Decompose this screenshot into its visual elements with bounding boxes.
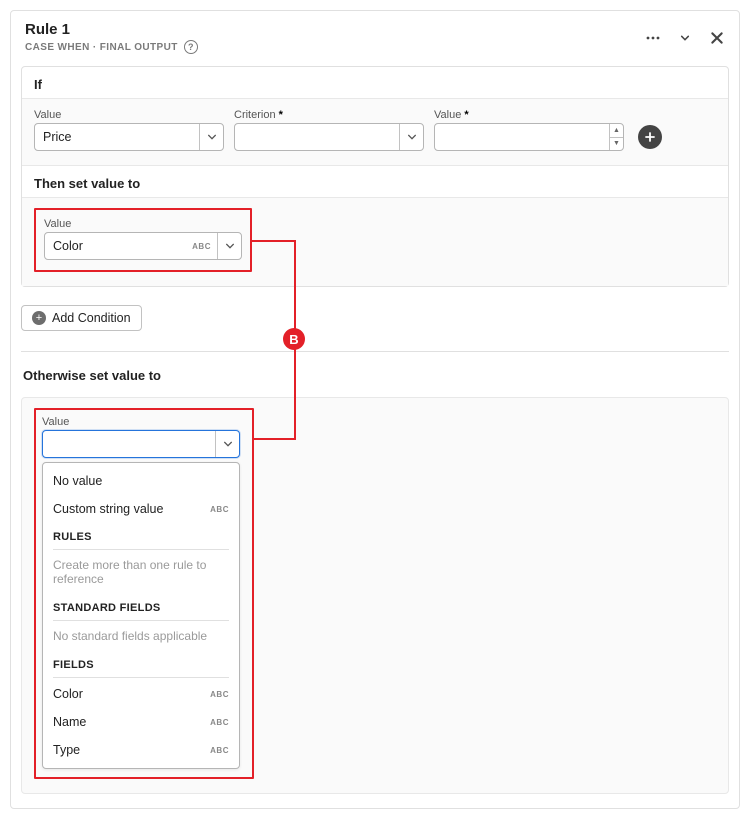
if-criterion-text	[235, 124, 399, 150]
dropdown-section-fields: FIELDS	[43, 651, 239, 675]
rule-panel: Rule 1 CASE WHEN · FINAL OUTPUT ? If	[10, 10, 740, 809]
if-value2-text	[435, 124, 609, 150]
collapse-icon[interactable]	[677, 30, 693, 46]
abc-label: ABC	[210, 718, 229, 727]
chevron-down-icon	[215, 431, 239, 457]
if-value-text: Price	[35, 124, 199, 150]
panel-header: Rule 1 CASE WHEN · FINAL OUTPUT ?	[11, 11, 739, 60]
dropdown-item-field[interactable]: Color ABC	[43, 680, 239, 708]
chevron-down-icon	[217, 233, 241, 259]
then-body: Value Color ABC	[22, 197, 728, 286]
add-condition-row: + Add Condition	[21, 297, 729, 335]
panel-title: Rule 1	[25, 21, 198, 38]
callout-badge: B	[283, 328, 305, 350]
then-value-text: Color	[45, 233, 192, 259]
otherwise-value-select[interactable]	[42, 430, 240, 458]
header-actions	[645, 30, 725, 46]
then-value-label: Value	[44, 218, 242, 230]
value-dropdown: No value Custom string value ABC RULES C…	[42, 462, 240, 769]
if-body: Value Price Criterion	[22, 98, 728, 166]
if-value-label: Value	[34, 109, 224, 121]
add-condition-label: Add Condition	[52, 311, 131, 325]
then-title: Then set value to	[22, 166, 728, 197]
chevron-down-icon	[199, 124, 223, 150]
help-icon[interactable]: ?	[184, 40, 198, 54]
highlight-otherwise: Value No value Custom string value A	[34, 408, 254, 779]
abc-label: ABC	[210, 505, 229, 514]
connector-line	[252, 240, 294, 242]
otherwise-value-label: Value	[42, 416, 240, 428]
add-condition-button[interactable]: + Add Condition	[21, 305, 142, 331]
if-criterion-label: Criterion	[234, 109, 424, 121]
dropdown-section-standard: STANDARD FIELDS	[43, 594, 239, 618]
stepper-icon[interactable]: ▲▼	[609, 124, 623, 150]
dropdown-item-field[interactable]: Type ABC	[43, 736, 239, 764]
highlight-then: Value Color ABC	[34, 208, 252, 272]
dropdown-std-hint: No standard fields applicable	[43, 623, 239, 651]
divider	[21, 351, 729, 352]
if-value2-input[interactable]: ▲▼	[434, 123, 624, 151]
dropdown-rules-hint: Create more than one rule to reference	[43, 552, 239, 594]
otherwise-value-text	[43, 431, 215, 457]
plus-icon: +	[32, 311, 46, 325]
chevron-down-icon	[399, 124, 423, 150]
close-icon[interactable]	[709, 30, 725, 46]
dropdown-item-no-value[interactable]: No value	[43, 467, 239, 495]
if-criterion-select[interactable]	[234, 123, 424, 151]
dropdown-section-rules: RULES	[43, 523, 239, 547]
if-block: If Value Price Criterion	[21, 66, 729, 287]
abc-label: ABC	[210, 690, 229, 699]
if-value2-label: Value	[434, 109, 624, 121]
dropdown-item-custom[interactable]: Custom string value ABC	[43, 495, 239, 523]
otherwise-title: Otherwise set value to	[21, 366, 729, 387]
if-title: If	[22, 67, 728, 98]
more-icon[interactable]	[645, 30, 661, 46]
dropdown-item-field[interactable]: Name ABC	[43, 708, 239, 736]
abc-label: ABC	[210, 746, 229, 755]
then-value-select[interactable]: Color ABC	[44, 232, 242, 260]
connector-line	[254, 438, 294, 440]
panel-subtitle: CASE WHEN · FINAL OUTPUT	[25, 42, 178, 53]
abc-label: ABC	[192, 233, 217, 259]
otherwise-body: Value No value Custom string value A	[21, 397, 729, 794]
add-row-button[interactable]	[638, 125, 662, 149]
if-value-select[interactable]: Price	[34, 123, 224, 151]
